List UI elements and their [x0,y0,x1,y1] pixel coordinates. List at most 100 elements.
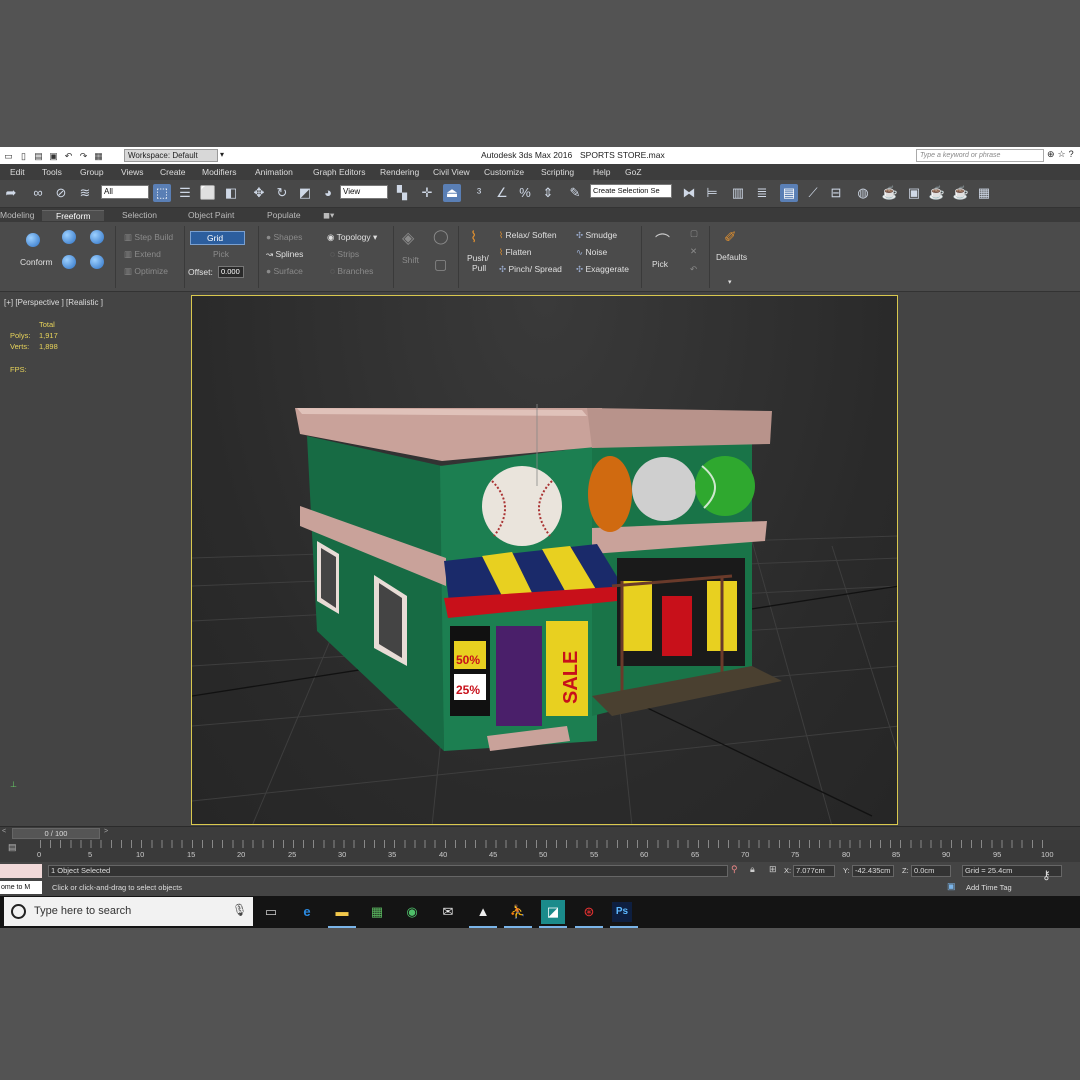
scale-icon[interactable]: ◩ [296,184,314,202]
add-time-tag[interactable]: Add Time Tag [966,883,1012,892]
exaggerate-button[interactable]: ✣ Exaggerate [576,264,629,275]
extend-button[interactable]: ▥ Extend [124,249,161,260]
conform-options-icon[interactable] [62,255,76,271]
defaults-brush-icon[interactable]: ✐ [724,228,737,246]
pivot-icon[interactable]: ▚ [393,184,411,202]
shapes-button[interactable]: ● Shapes [266,232,302,242]
microphone-icon[interactable]: 🎙︎ [232,903,247,917]
next-frame-icon[interactable]: > [104,828,108,835]
menu-goz[interactable]: GoZ [625,167,642,177]
key-icon[interactable]: ⚷ [1042,868,1051,882]
y-coordinate-field[interactable]: -42.435cm [852,865,894,877]
binoculars-icon[interactable]: ⊕ [1047,149,1055,160]
selection-filter-dropdown[interactable]: All [101,185,149,199]
menu-group[interactable]: Group [80,167,104,177]
menu-civil-view[interactable]: Civil View [433,167,470,177]
menu-graph-editors[interactable]: Graph Editors [313,167,365,177]
ribbon-toggle-icon[interactable]: ▤ [780,184,798,202]
edge-icon[interactable]: e [295,900,319,924]
3dsmax-app-icon[interactable]: ◪ [541,900,565,924]
menu-scripting[interactable]: Scripting [541,167,574,177]
workspace-dropdown[interactable]: Workspace: Default [124,149,218,162]
bind-spacewarp-icon[interactable]: ≋ [76,184,94,202]
taskbar-search-input[interactable]: Type here to search [4,897,253,926]
window-crossing-icon[interactable]: ◧ [222,184,240,202]
chevron-down-icon[interactable]: ▾ [728,278,732,286]
shift-icon[interactable]: ◈ [402,228,414,248]
keyboard-shortcut-icon[interactable]: ⏏ [443,184,461,202]
shift-button[interactable]: Shift [402,255,419,265]
z-coordinate-field[interactable]: 0.0cm [911,865,951,877]
cortana-icon[interactable] [11,904,26,919]
push-button[interactable]: Push/ [467,253,489,263]
shift-rotate-icon[interactable]: ◯ [433,228,449,245]
pull-button[interactable]: Pull [472,263,486,273]
x-coordinate-field[interactable]: 7.077cm [793,865,835,877]
undo-icon[interactable]: ↶ [62,150,75,162]
close-icon[interactable]: ✕ [690,246,697,257]
conform-brush-icon[interactable] [62,230,76,246]
unlink-icon[interactable]: ⊘ [52,184,70,202]
menu-customize[interactable]: Customize [484,167,524,177]
spinner-snap-icon[interactable]: ⇕ [539,184,557,202]
pick-brush-icon[interactable]: ⌒ [655,230,670,251]
mirror-icon[interactable]: ⧓ [680,184,698,202]
draw-on-grid-dropdown[interactable]: Grid [190,231,245,245]
select-by-name-icon[interactable]: ☰ [176,184,194,202]
flatten-button[interactable]: ⌇ Flatten [499,247,532,258]
noise-button[interactable]: ∿ Noise [576,247,607,258]
smudge-button[interactable]: ✣ Smudge [576,230,617,241]
render-production-icon[interactable]: ☕ [928,184,946,202]
project-folder-icon[interactable]: ▦ [92,150,105,162]
tab-populate[interactable]: Populate [267,210,301,220]
shift-scale-icon[interactable]: ▢ [434,256,447,273]
edit-named-selection-icon[interactable]: ✎ [566,184,584,202]
menu-rendering[interactable]: Rendering [380,167,419,177]
chevron-down-icon[interactable]: ▾ [220,150,224,159]
help-icon[interactable]: ? [1069,149,1074,160]
undo-stroke-icon[interactable]: ↶ [690,264,697,275]
align-icon[interactable]: ⊨ [703,184,721,202]
snap-3-icon[interactable]: ³ [470,184,488,202]
select-manipulate-icon[interactable]: ✛ [418,184,436,202]
pick-button[interactable]: Pick [213,249,229,259]
star-icon[interactable]: ☆ [1058,149,1066,160]
pick-mode-button[interactable]: Pick [652,259,668,269]
place-icon[interactable]: ◕ [319,184,337,202]
track-bar[interactable]: ▤ 0 5 10 15 20 25 30 35 40 45 50 55 60 6… [0,840,1080,862]
link-icon[interactable]: ∞ [29,184,47,202]
render-iterative-icon[interactable]: ☕ [952,184,970,202]
people-icon[interactable]: ⛹ [506,900,530,924]
tab-object-paint[interactable]: Object Paint [188,210,234,220]
mail-icon[interactable]: ✉ [436,900,460,924]
relax-button[interactable]: ⌇ Relax/ Soften [499,230,557,241]
new-icon[interactable]: ▯ [17,150,30,162]
tab-modeling[interactable]: Modeling [0,210,35,220]
strips-button[interactable]: ◌ Strips [330,249,359,259]
check-icon[interactable]: ▢ [690,228,698,239]
schematic-view-icon[interactable]: ⊟ [827,184,845,202]
perspective-viewport[interactable]: 50% 25% SALE [191,295,898,825]
menu-views[interactable]: Views [121,167,144,177]
conform-button[interactable]: Conform [20,257,53,267]
material-editor-icon[interactable]: ◍ [854,184,872,202]
menu-modifiers[interactable]: Modifiers [202,167,236,177]
ribbon-options-icon[interactable]: ◼▾ [323,210,334,221]
reference-coordinate-dropdown[interactable]: View [340,185,388,199]
menu-help[interactable]: Help [593,167,610,177]
file-explorer-icon[interactable]: ▬ [330,900,354,924]
track-bar-toggle-icon[interactable]: ▤ [8,842,17,853]
conform-move-icon[interactable] [90,230,104,246]
rect-selection-icon[interactable]: ⬜ [199,184,217,202]
layer-explorer-icon[interactable]: ≣ [753,184,771,202]
rotate-icon[interactable]: ↻ [273,184,291,202]
conform-revert-icon[interactable] [90,255,104,271]
named-selection-dropdown[interactable]: Create Selection Se [590,184,672,198]
lock-icon[interactable]: 🔒︎ [750,864,755,875]
menu-animation[interactable]: Animation [255,167,293,177]
percent-snap-icon[interactable]: % [516,184,534,202]
save-icon[interactable]: ▣ [47,150,60,162]
menu-create[interactable]: Create [160,167,186,177]
push-pull-icon[interactable]: ⌇ [470,228,477,246]
search-input[interactable]: Type a keyword or phrase [916,149,1044,162]
